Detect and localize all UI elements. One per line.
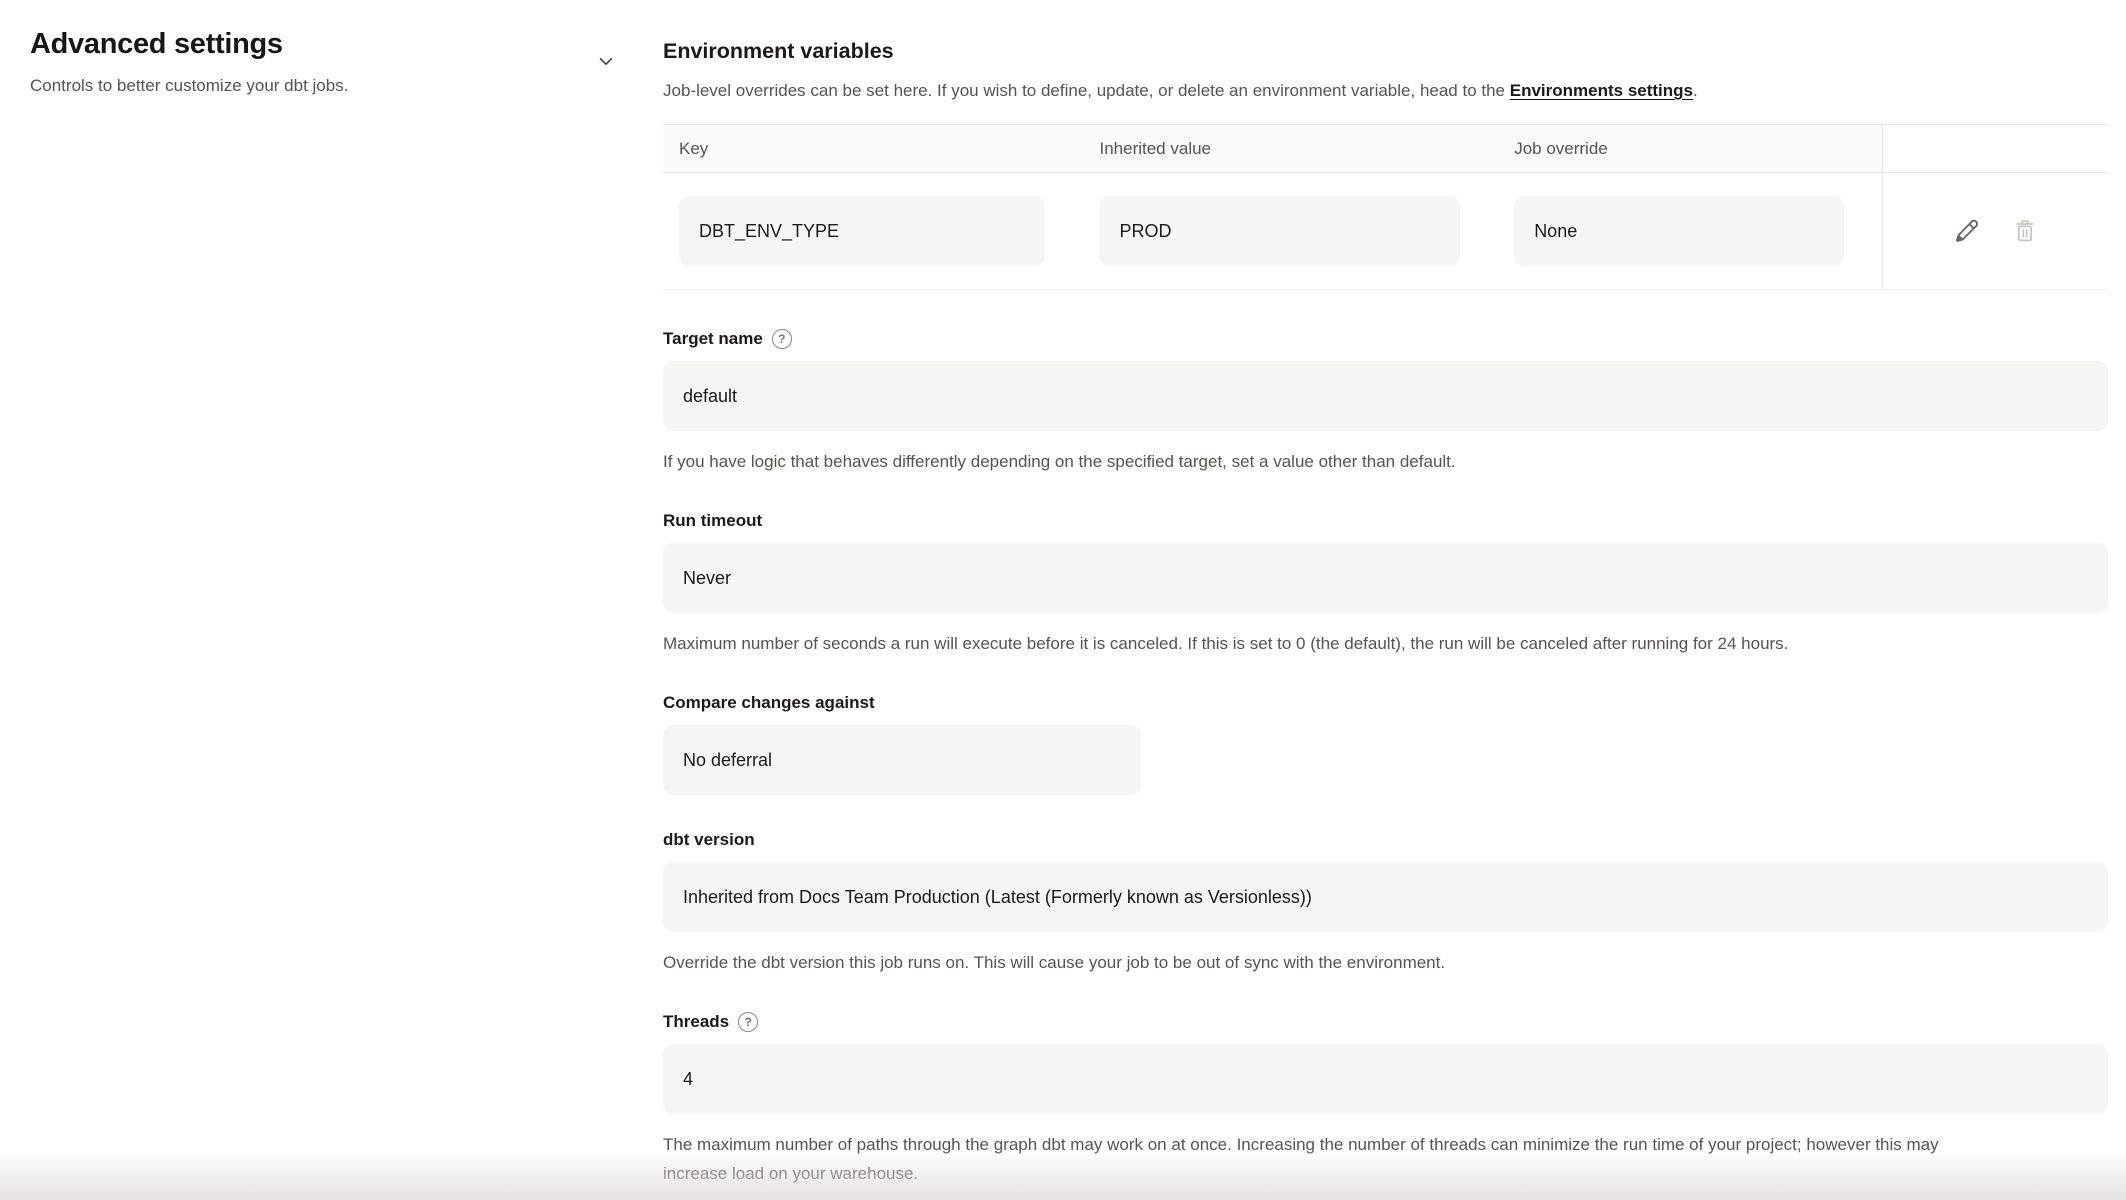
threads-help-text: The maximum number of paths through the … — [663, 1130, 1943, 1188]
settings-section-header: Advanced settings Controls to better cus… — [0, 0, 663, 1200]
field-threads: Threads ? 4 The maximum number of paths … — [663, 1011, 2108, 1188]
page-title: Advanced settings — [30, 26, 348, 62]
table-header-row: Key Inherited value Job override — [663, 125, 2108, 173]
environments-settings-link[interactable]: Environments settings — [1510, 81, 1693, 100]
description-period: . — [1693, 81, 1698, 100]
column-header-actions — [1883, 125, 2108, 173]
field-run-timeout: Run timeout Never Maximum number of seco… — [663, 510, 2108, 658]
trash-icon — [2011, 217, 2039, 245]
threads-label: Threads — [663, 1011, 729, 1033]
pencil-icon — [1952, 216, 1982, 246]
threads-input[interactable]: 4 — [663, 1044, 2108, 1114]
chevron-down-icon — [595, 50, 617, 72]
target-name-help-text: If you have logic that behaves different… — [663, 447, 1943, 476]
collapse-section-button[interactable] — [593, 48, 619, 74]
target-name-label: Target name — [663, 328, 763, 350]
target-name-input[interactable]: default — [663, 361, 2108, 431]
compare-changes-select[interactable]: No deferral — [663, 725, 1141, 795]
description-text: Job-level overrides can be set here. If … — [663, 81, 1510, 100]
edit-env-var-button[interactable] — [1948, 212, 1986, 250]
env-vars-table: Key Inherited value Job override DBT_ENV… — [663, 124, 2108, 290]
run-timeout-label: Run timeout — [663, 510, 762, 532]
run-timeout-input[interactable]: Never — [663, 543, 2108, 613]
column-header-job-override: Job override — [1498, 125, 1882, 173]
table-row: DBT_ENV_TYPE PROD None — [663, 173, 2108, 290]
help-icon[interactable]: ? — [772, 329, 792, 349]
advanced-settings-page: Advanced settings Controls to better cus… — [0, 0, 2126, 1200]
dbt-version-help-text: Override the dbt version this job runs o… — [663, 948, 1943, 977]
help-icon[interactable]: ? — [738, 1012, 758, 1032]
compare-changes-label: Compare changes against — [663, 692, 875, 714]
env-var-job-override-value: None — [1514, 196, 1844, 266]
field-target-name: Target name ? default If you have logic … — [663, 328, 2108, 476]
field-dbt-version: dbt version Inherited from Docs Team Pro… — [663, 829, 2108, 977]
env-var-key-value: DBT_ENV_TYPE — [679, 196, 1045, 266]
advanced-settings-content: Environment variables Job-level override… — [663, 0, 2126, 1200]
column-header-inherited-value: Inherited value — [1083, 125, 1498, 173]
dbt-version-select[interactable]: Inherited from Docs Team Production (Lat… — [663, 862, 2108, 932]
page-subtitle: Controls to better customize your dbt jo… — [30, 74, 348, 98]
env-vars-title: Environment variables — [663, 36, 2108, 66]
env-vars-description: Job-level overrides can be set here. If … — [663, 78, 2108, 104]
dbt-version-label: dbt version — [663, 829, 755, 851]
run-timeout-help-text: Maximum number of seconds a run will exe… — [663, 629, 1943, 658]
column-header-key: Key — [663, 125, 1083, 173]
field-compare-changes: Compare changes against No deferral — [663, 692, 2108, 795]
env-var-inherited-value: PROD — [1099, 196, 1460, 266]
delete-env-var-button[interactable] — [2007, 213, 2043, 249]
